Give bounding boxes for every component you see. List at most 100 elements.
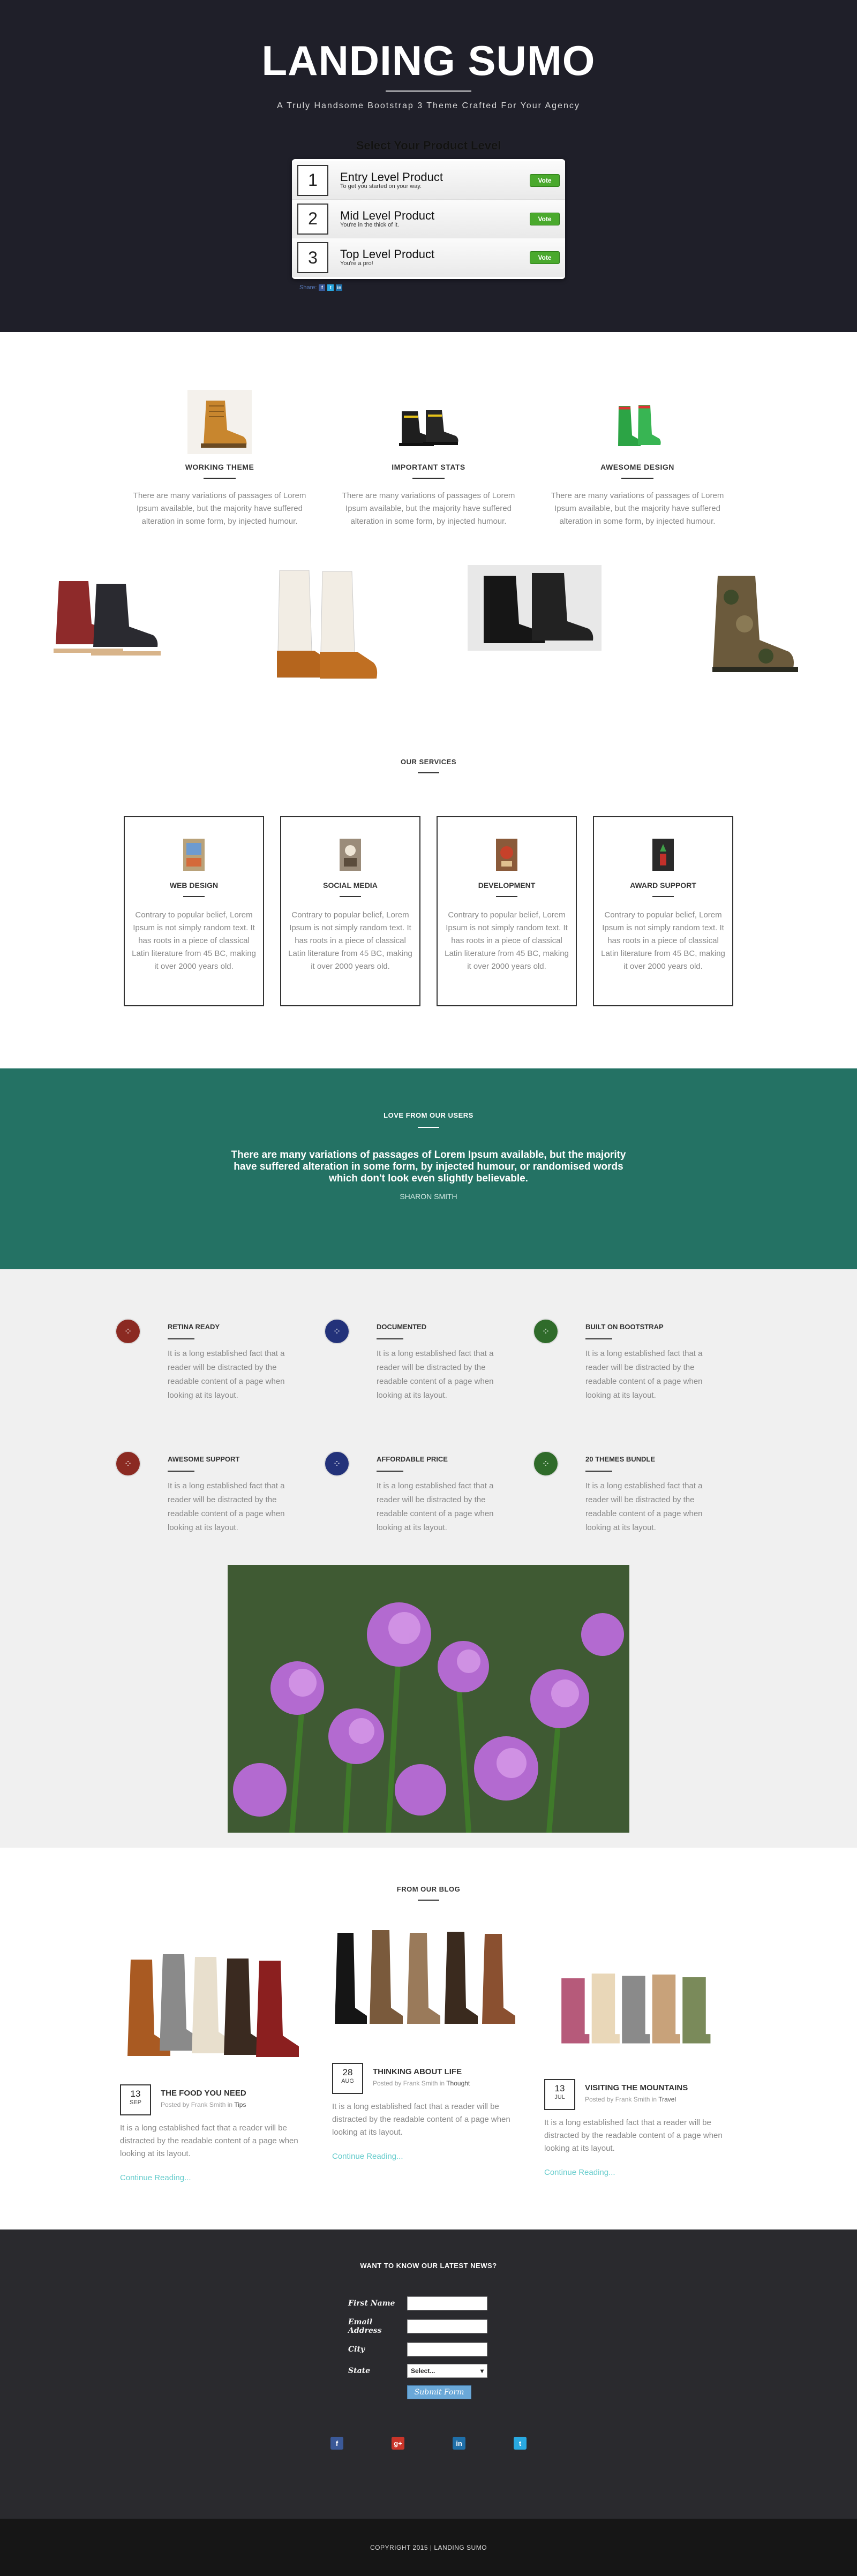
service-card: DEVELOPMENT Contrary to popular belief, … <box>437 816 577 1006</box>
post-byline: Posted by Frank Smith in Thought <box>373 2080 470 2087</box>
post-month: AUG <box>341 2078 354 2084</box>
product-level-widget: 1 Entry Level Product To get you started… <box>292 159 565 279</box>
benefit-title: 20 THEMES BUNDLE <box>585 1455 656 1463</box>
divider <box>585 1471 612 1472</box>
product-description: You're a pro! <box>340 260 373 267</box>
benefit-text: It is a long established fact that a rea… <box>585 1349 703 1400</box>
button-icon: ⁘ <box>533 1451 559 1477</box>
divider <box>418 1127 439 1128</box>
post-title[interactable]: VISITING THE MOUNTAINS <box>585 2083 688 2092</box>
chevron-down-icon: ▾ <box>480 2367 484 2375</box>
vote-button[interactable]: Vote <box>530 251 560 264</box>
cowboy-boots-post-image <box>127 1954 299 2057</box>
ugg-boots-post-image <box>561 1974 711 2044</box>
benefit-title: BUILT ON BOOTSTRAP <box>585 1323 664 1331</box>
benefit-title: DOCUMENTED <box>377 1323 427 1331</box>
social-media-image <box>340 839 361 871</box>
feature-title: AWESOME DESIGN <box>600 463 674 471</box>
blog-post: 13 SEP THE FOOD YOU NEED Posted by Frank… <box>120 1949 313 2182</box>
product-row: 2 Mid Level Product You're in the thick … <box>292 200 565 238</box>
first-name-label: First Name <box>348 2299 395 2308</box>
feature-text: There are many variations of passages of… <box>133 491 306 526</box>
post-month: JUL <box>554 2094 565 2100</box>
divider <box>418 772 439 773</box>
post-title[interactable]: THINKING ABOUT LIFE <box>373 2067 470 2076</box>
email-field[interactable] <box>407 2319 487 2333</box>
benefit-text: It is a long established fact that a rea… <box>168 1349 285 1400</box>
feature-text: There are many variations of passages of… <box>342 491 515 526</box>
divider <box>412 478 445 479</box>
award-support-image <box>652 839 674 871</box>
blog-section: FROM OUR BLOG 13 SEP THE FOOD YOU NEED P… <box>0 1848 857 2229</box>
benefit-title: AWESOME SUPPORT <box>168 1455 240 1463</box>
divider <box>585 1338 612 1339</box>
benefit-text: It is a long established fact that a rea… <box>377 1481 494 1532</box>
google-plus-icon[interactable]: g+ <box>392 2437 404 2450</box>
feature-item: WORKING THEME There are many variations … <box>126 385 313 565</box>
benefits-section: ⁘ RETINA READY It is a long established … <box>0 1269 857 1848</box>
submit-form-button[interactable]: Submit Form <box>407 2385 471 2399</box>
service-text: Contrary to popular belief, Lorem Ipsum … <box>445 910 569 971</box>
benefit-text: It is a long established fact that a rea… <box>377 1349 494 1400</box>
divider <box>496 896 517 897</box>
camo-boot-image <box>712 576 798 672</box>
benefit-item: ⁘ BUILT ON BOOTSTRAP It is a long establ… <box>533 1319 742 1403</box>
facebook-icon[interactable]: f <box>319 284 326 291</box>
footer: COPYRIGHT 2015 | LANDING SUMO <box>0 2519 857 2576</box>
benefit-item: ⁘ DOCUMENTED It is a long established fa… <box>324 1319 533 1403</box>
feature-text: There are many variations of passages of… <box>551 491 724 526</box>
work-boot-image <box>187 390 252 454</box>
post-day: 13 <box>130 2089 141 2099</box>
newsletter-heading: WANT TO KNOW OUR LATEST NEWS? <box>360 2262 497 2270</box>
biker-boots-image <box>468 565 602 651</box>
cowboy-boots-image <box>276 570 377 679</box>
vote-button[interactable]: Vote <box>530 174 560 187</box>
button-icon: ⁘ <box>324 1451 350 1477</box>
state-select[interactable]: Select... ▾ <box>407 2364 487 2378</box>
twitter-icon[interactable]: t <box>327 284 334 291</box>
newsletter-section: WANT TO KNOW OUR LATEST NEWS? First Name… <box>0 2229 857 2519</box>
continue-reading-link[interactable]: Continue Reading... <box>120 2173 313 2182</box>
benefit-item: ⁘ AWESOME SUPPORT It is a long establish… <box>115 1451 324 1535</box>
service-title: DEVELOPMENT <box>478 881 536 890</box>
first-name-field[interactable] <box>407 2296 487 2310</box>
features-section: WORKING THEME There are many variations … <box>0 332 857 565</box>
button-icon: ⁘ <box>115 1451 141 1477</box>
facebook-icon[interactable]: f <box>330 2437 343 2450</box>
tall-boots-post-image <box>335 1930 515 2024</box>
post-title[interactable]: THE FOOD YOU NEED <box>161 2089 246 2098</box>
feature-title: IMPORTANT STATS <box>392 463 465 471</box>
benefit-item: ⁘ RETINA READY It is a long established … <box>115 1319 324 1403</box>
development-image <box>496 839 517 871</box>
service-text: Contrary to popular belief, Lorem Ipsum … <box>288 910 412 971</box>
feature-title: WORKING THEME <box>185 463 254 471</box>
twitter-icon[interactable]: t <box>514 2437 527 2450</box>
benefit-title: AFFORDABLE PRICE <box>377 1455 448 1463</box>
divider <box>340 896 361 897</box>
city-label: City <box>348 2345 365 2354</box>
state-label: State <box>348 2367 371 2375</box>
service-title: WEB DESIGN <box>169 881 219 890</box>
post-excerpt: It is a long established fact that a rea… <box>120 2123 298 2158</box>
vote-button[interactable]: Vote <box>530 212 560 225</box>
benefit-text: It is a long established fact that a rea… <box>168 1481 285 1532</box>
flowers-image <box>228 1565 629 1833</box>
social-links: f g+ in t <box>0 2437 857 2450</box>
continue-reading-link[interactable]: Continue Reading... <box>332 2152 525 2161</box>
button-icon: ⁘ <box>115 1319 141 1344</box>
benefit-item: ⁘ 20 THEMES BUNDLE It is a long establis… <box>533 1451 742 1535</box>
services-heading: OUR SERVICES <box>400 758 456 766</box>
hero-section: LANDING SUMO A Truly Handsome Bootstrap … <box>0 0 857 332</box>
post-day: 13 <box>554 2083 565 2093</box>
service-card: SOCIAL MEDIA Contrary to popular belief,… <box>280 816 420 1006</box>
newsletter-form: First Name Email Address City State Sele… <box>348 2296 509 2399</box>
post-byline: Posted by Frank Smith in Tips <box>161 2101 246 2108</box>
linkedin-icon[interactable]: in <box>453 2437 465 2450</box>
linkedin-icon[interactable]: in <box>336 284 343 291</box>
product-name: Mid Level Product <box>340 208 435 222</box>
city-field[interactable] <box>407 2342 487 2356</box>
continue-reading-link[interactable]: Continue Reading... <box>544 2168 737 2177</box>
divider <box>204 478 236 479</box>
post-excerpt: It is a long established fact that a rea… <box>544 2118 723 2153</box>
product-row: 3 Top Level Product You're a pro! Vote <box>292 238 565 277</box>
